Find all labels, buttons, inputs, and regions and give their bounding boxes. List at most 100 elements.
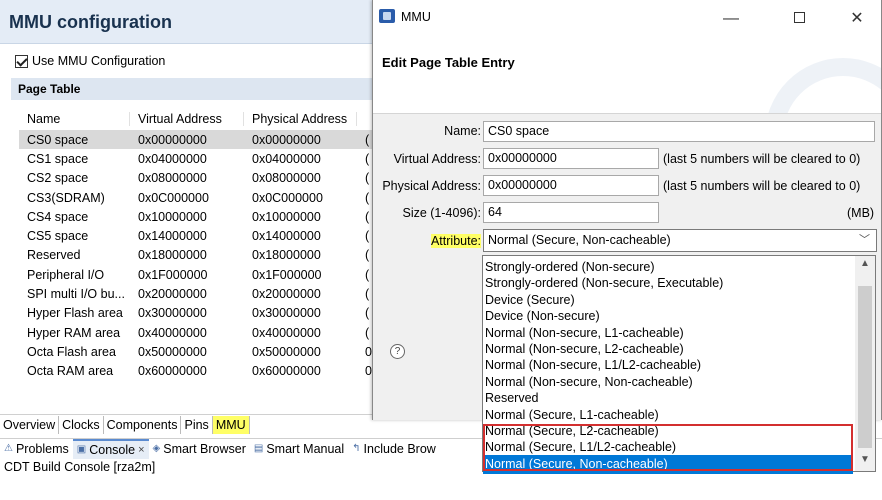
table-cell: 0x50000000 [252, 344, 321, 359]
physical-address-label: Physical Address: [382, 179, 481, 193]
use-mmu-label: Use MMU Configuration [32, 54, 166, 68]
table-cell: 0x08000000 [138, 171, 207, 186]
attribute-label: Attribute: [373, 234, 481, 248]
table-cell: Hyper RAM area [27, 325, 121, 340]
table-cell: 0x20000000 [252, 287, 321, 302]
tab-overview[interactable]: Overview [0, 415, 60, 434]
column-header[interactable]: Virtual Address [130, 112, 244, 126]
dialog-titlebar[interactable]: MMU — ✕ [373, 0, 881, 38]
column-header[interactable]: Name [19, 112, 130, 126]
tab-label: Smart Manual [266, 441, 345, 456]
use-mmu-checkbox[interactable]: Use MMU Configuration [15, 54, 165, 68]
close-icon[interactable]: × [138, 444, 144, 456]
table-cell: CS5 space [27, 229, 89, 244]
console-label: CDT Build Console [rza2m] [4, 460, 156, 474]
table-cell: Hyper Flash area [27, 306, 123, 321]
attribute-label-text: Attribute: [430, 234, 481, 248]
physical-address-note: (last 5 numbers will be cleared to 0) [663, 179, 861, 193]
virtual-address-label: Virtual Address: [393, 152, 481, 166]
table-cell: 0x18000000 [138, 248, 207, 263]
smart-browser-icon: ◈ [152, 443, 161, 454]
table-cell: Octa Flash area [27, 344, 116, 359]
maximize-button[interactable] [781, 6, 817, 32]
console-icon: ▣ [76, 444, 87, 455]
table-cell: 0x1F000000 [138, 267, 208, 282]
table-cell: 0x30000000 [252, 306, 321, 321]
name-label: Name: [444, 124, 481, 138]
tab-smart-browser[interactable]: ◈ Smart Browser [149, 439, 250, 459]
table-cell: 0x20000000 [138, 287, 207, 302]
table-cell: CS2 space [27, 171, 89, 186]
smart-manual-icon: ▤ [253, 443, 264, 454]
tab-label: Problems [15, 441, 69, 456]
table-cell: Octa RAM area [27, 364, 114, 379]
table-cell: 0x14000000 [252, 229, 321, 244]
tab-include-browser[interactable]: ↰ Include Brow [348, 439, 440, 459]
dialog-banner: Edit Page Table Entry [373, 38, 881, 114]
table-cell: CS1 space [27, 151, 89, 166]
table-cell: 0x1F000000 [252, 267, 322, 282]
table-cell: 0x18000000 [252, 248, 321, 263]
table-cell: 0x50000000 [138, 344, 207, 359]
table-cell: Reserved [27, 248, 81, 263]
table-cell: 0x08000000 [252, 171, 321, 186]
attribute-selected-value: Normal (Secure, Non-cacheable) [488, 233, 671, 247]
tab-components[interactable]: Components [104, 415, 182, 434]
scroll-down-icon[interactable]: ▼ [860, 454, 870, 465]
dropdown-scrollbar[interactable]: ▲ ▼ [855, 256, 875, 471]
tab-pins[interactable]: Pins [181, 415, 213, 434]
table-cell: 0x0C000000 [138, 190, 209, 205]
table-cell: 0x0C000000 [252, 190, 323, 205]
table-cell: 0x14000000 [138, 229, 207, 244]
size-field[interactable]: 64 [483, 202, 659, 223]
table-cell: 0x00000000 [138, 132, 207, 147]
size-unit: (MB) [847, 206, 875, 220]
page-table-label: Page Table [18, 82, 81, 96]
dialog-heading: Edit Page Table Entry [382, 55, 515, 70]
table-cell: 0x10000000 [252, 209, 321, 224]
app-icon [379, 9, 395, 23]
tab-problems[interactable]: ⚠ Problems [0, 439, 73, 459]
table-cell: 0x30000000 [138, 306, 207, 321]
table-cell: Peripheral I/O [27, 267, 105, 282]
attribute-dropdown-list: Strongly-ordered (Non-secure) Strongly-or… [482, 255, 876, 474]
chevron-down-icon[interactable]: ﹀ [859, 230, 870, 251]
tab-console[interactable]: ▣ Console × [72, 438, 149, 459]
help-icon[interactable]: ? [390, 344, 405, 359]
table-cell: 0x04000000 [138, 151, 207, 166]
close-button[interactable]: ✕ [839, 6, 875, 32]
scrollbar-thumb[interactable] [858, 286, 872, 448]
table-cell: 0x40000000 [138, 325, 207, 340]
dropdown-option[interactable]: Normal (Secure, Non-cacheable) [483, 454, 853, 474]
tab-mmu[interactable]: MMU [212, 415, 250, 434]
table-cell: 0x00000000 [252, 132, 321, 147]
maximize-icon [793, 12, 805, 23]
table-cell: 0x60000000 [252, 364, 321, 379]
tab-label: Console [89, 442, 136, 457]
table-cell: 0x60000000 [138, 364, 207, 379]
include-browser-icon: ↰ [352, 443, 361, 454]
tab-clocks[interactable]: Clocks [59, 415, 104, 434]
name-field[interactable]: CS0 space [483, 121, 875, 142]
column-header[interactable]: Physical Address [244, 112, 357, 126]
scroll-up-icon[interactable]: ▲ [860, 258, 870, 269]
tab-smart-manual[interactable]: ▤ Smart Manual [250, 439, 348, 459]
table-cell: 0x04000000 [252, 151, 321, 166]
virtual-address-note: (last 5 numbers will be cleared to 0) [663, 152, 861, 166]
problems-icon: ⚠ [4, 443, 13, 454]
checkbox-checked-icon[interactable] [15, 54, 28, 68]
table-cell: 0x40000000 [252, 325, 321, 340]
physical-address-field[interactable]: 0x00000000 [483, 175, 659, 196]
size-label: Size (1-4096): [402, 206, 481, 220]
console-output [0, 478, 882, 500]
tab-label: Smart Browser [163, 441, 246, 456]
tab-label: Include Brow [363, 441, 436, 456]
table-cell: CS0 space [27, 132, 89, 147]
virtual-address-field[interactable]: 0x00000000 [483, 148, 659, 169]
table-cell: SPI multi I/O bu... [27, 287, 125, 302]
table-cell: 0x10000000 [138, 209, 207, 224]
minimize-button[interactable]: — [713, 6, 749, 32]
attribute-select[interactable]: Normal (Secure, Non-cacheable) ﹀ [483, 229, 877, 252]
table-cell: CS3(SDRAM) [27, 190, 105, 205]
table-cell: CS4 space [27, 209, 89, 224]
